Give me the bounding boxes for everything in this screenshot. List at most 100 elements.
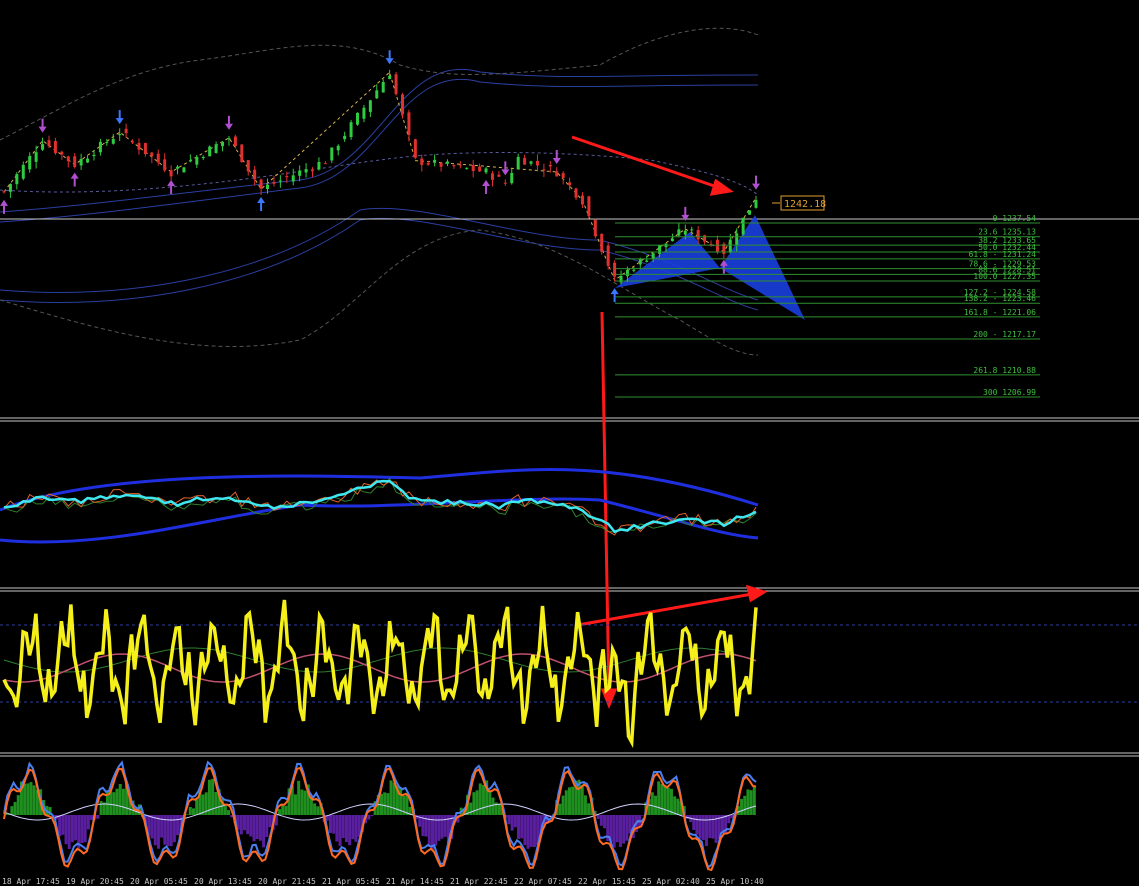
candle-body: [233, 136, 237, 147]
candle-body: [413, 139, 417, 158]
histogram-bar: [115, 788, 119, 815]
histogram-bar: [121, 788, 125, 815]
candle-body: [548, 164, 552, 167]
histogram-bar: [309, 798, 313, 815]
histogram-bar: [568, 787, 571, 815]
histogram-bar: [348, 815, 352, 846]
candle-body: [150, 152, 154, 157]
histogram-bar: [603, 815, 607, 829]
candle-body: [420, 158, 424, 165]
histogram-bar: [507, 815, 511, 825]
candle-body: [632, 269, 636, 271]
candle-body: [47, 140, 51, 147]
candle-body: [86, 158, 90, 163]
candle-body: [445, 161, 449, 164]
candle-body: [368, 100, 372, 112]
histogram-bar: [650, 792, 654, 815]
candle-body: [15, 174, 19, 185]
candle-body: [658, 245, 662, 254]
histogram-bar: [587, 803, 591, 815]
candle-body: [561, 173, 565, 178]
candle-body: [41, 144, 45, 150]
histogram-bar: [517, 815, 521, 839]
time-axis-label: 22 Apr 15:45: [578, 877, 636, 886]
candle-body: [188, 160, 192, 162]
histogram-bar: [370, 815, 374, 817]
histogram-bar: [10, 806, 14, 815]
histogram-bar: [293, 794, 297, 815]
histogram-bar: [313, 803, 317, 815]
histogram-bar: [746, 789, 750, 815]
histogram-bar: [389, 780, 393, 815]
candle-body: [34, 152, 38, 162]
histogram-bar: [83, 815, 87, 843]
candle-body: [330, 147, 334, 161]
time-axis-label: 21 Apr 22:45: [450, 877, 508, 886]
candle-body: [741, 217, 745, 235]
histogram-bar: [513, 815, 517, 828]
histogram-bar: [440, 815, 444, 839]
fib-label: 0 1237.54: [993, 214, 1037, 223]
histogram-bar: [708, 815, 712, 839]
candle-body: [253, 169, 257, 180]
histogram-bar: [752, 785, 756, 815]
candle-body: [748, 210, 752, 215]
candle-body: [683, 230, 687, 235]
histogram-bar: [711, 815, 715, 839]
histogram-bar: [26, 783, 30, 815]
candle-body: [568, 182, 572, 186]
histogram-bar: [491, 797, 495, 815]
histogram-bar: [16, 795, 20, 815]
time-axis-label: 20 Apr 05:45: [130, 877, 188, 886]
histogram-bar: [740, 798, 744, 815]
histogram-bar: [297, 780, 301, 815]
histogram-bar: [329, 815, 333, 833]
candle-body: [118, 134, 122, 136]
histogram-bar: [185, 814, 189, 815]
candle-body: [227, 138, 231, 140]
candle-body: [587, 196, 591, 217]
candle-body: [600, 233, 604, 252]
candle-body: [516, 156, 520, 170]
candle-body: [362, 107, 366, 119]
candle-body: [400, 94, 404, 115]
candle-body: [53, 141, 57, 154]
candle-body: [311, 170, 315, 172]
candle-body: [484, 168, 488, 173]
candle-body: [73, 156, 77, 167]
histogram-bar: [278, 809, 282, 815]
candle-body: [214, 144, 218, 153]
fib-label: 161.8 - 1221.06: [964, 308, 1036, 317]
candle-body: [195, 156, 199, 165]
histogram-bar: [641, 815, 645, 816]
histogram-bar: [612, 815, 616, 848]
histogram-bar: [242, 815, 246, 831]
candle-body: [156, 153, 160, 163]
histogram-bar: [618, 815, 622, 847]
histogram-bar: [622, 815, 626, 844]
histogram-bar: [32, 785, 36, 815]
histogram-bar: [153, 815, 157, 846]
candle-body: [394, 74, 398, 95]
candle-body: [510, 172, 514, 184]
histogram-bar: [188, 806, 192, 815]
candle-body: [266, 184, 270, 190]
histogram-bar: [90, 815, 94, 820]
candle-body: [497, 174, 501, 177]
histogram-bar: [265, 815, 269, 837]
histogram-bar: [488, 790, 492, 815]
candle-body: [105, 141, 109, 143]
candle-body: [555, 171, 559, 177]
candle-body: [60, 151, 64, 155]
histogram-bar: [67, 815, 71, 850]
histogram-bar: [481, 784, 485, 815]
fib-label: 61.8 - 1231.24: [969, 250, 1037, 259]
histogram-bar: [335, 815, 339, 842]
candle-body: [182, 167, 186, 173]
fib-label: 300 1206.99: [983, 388, 1036, 397]
histogram-bar: [239, 815, 243, 835]
histogram-bar: [510, 815, 514, 831]
candle-body: [625, 269, 629, 277]
histogram-bar: [281, 804, 285, 815]
candle-body: [2, 191, 6, 193]
